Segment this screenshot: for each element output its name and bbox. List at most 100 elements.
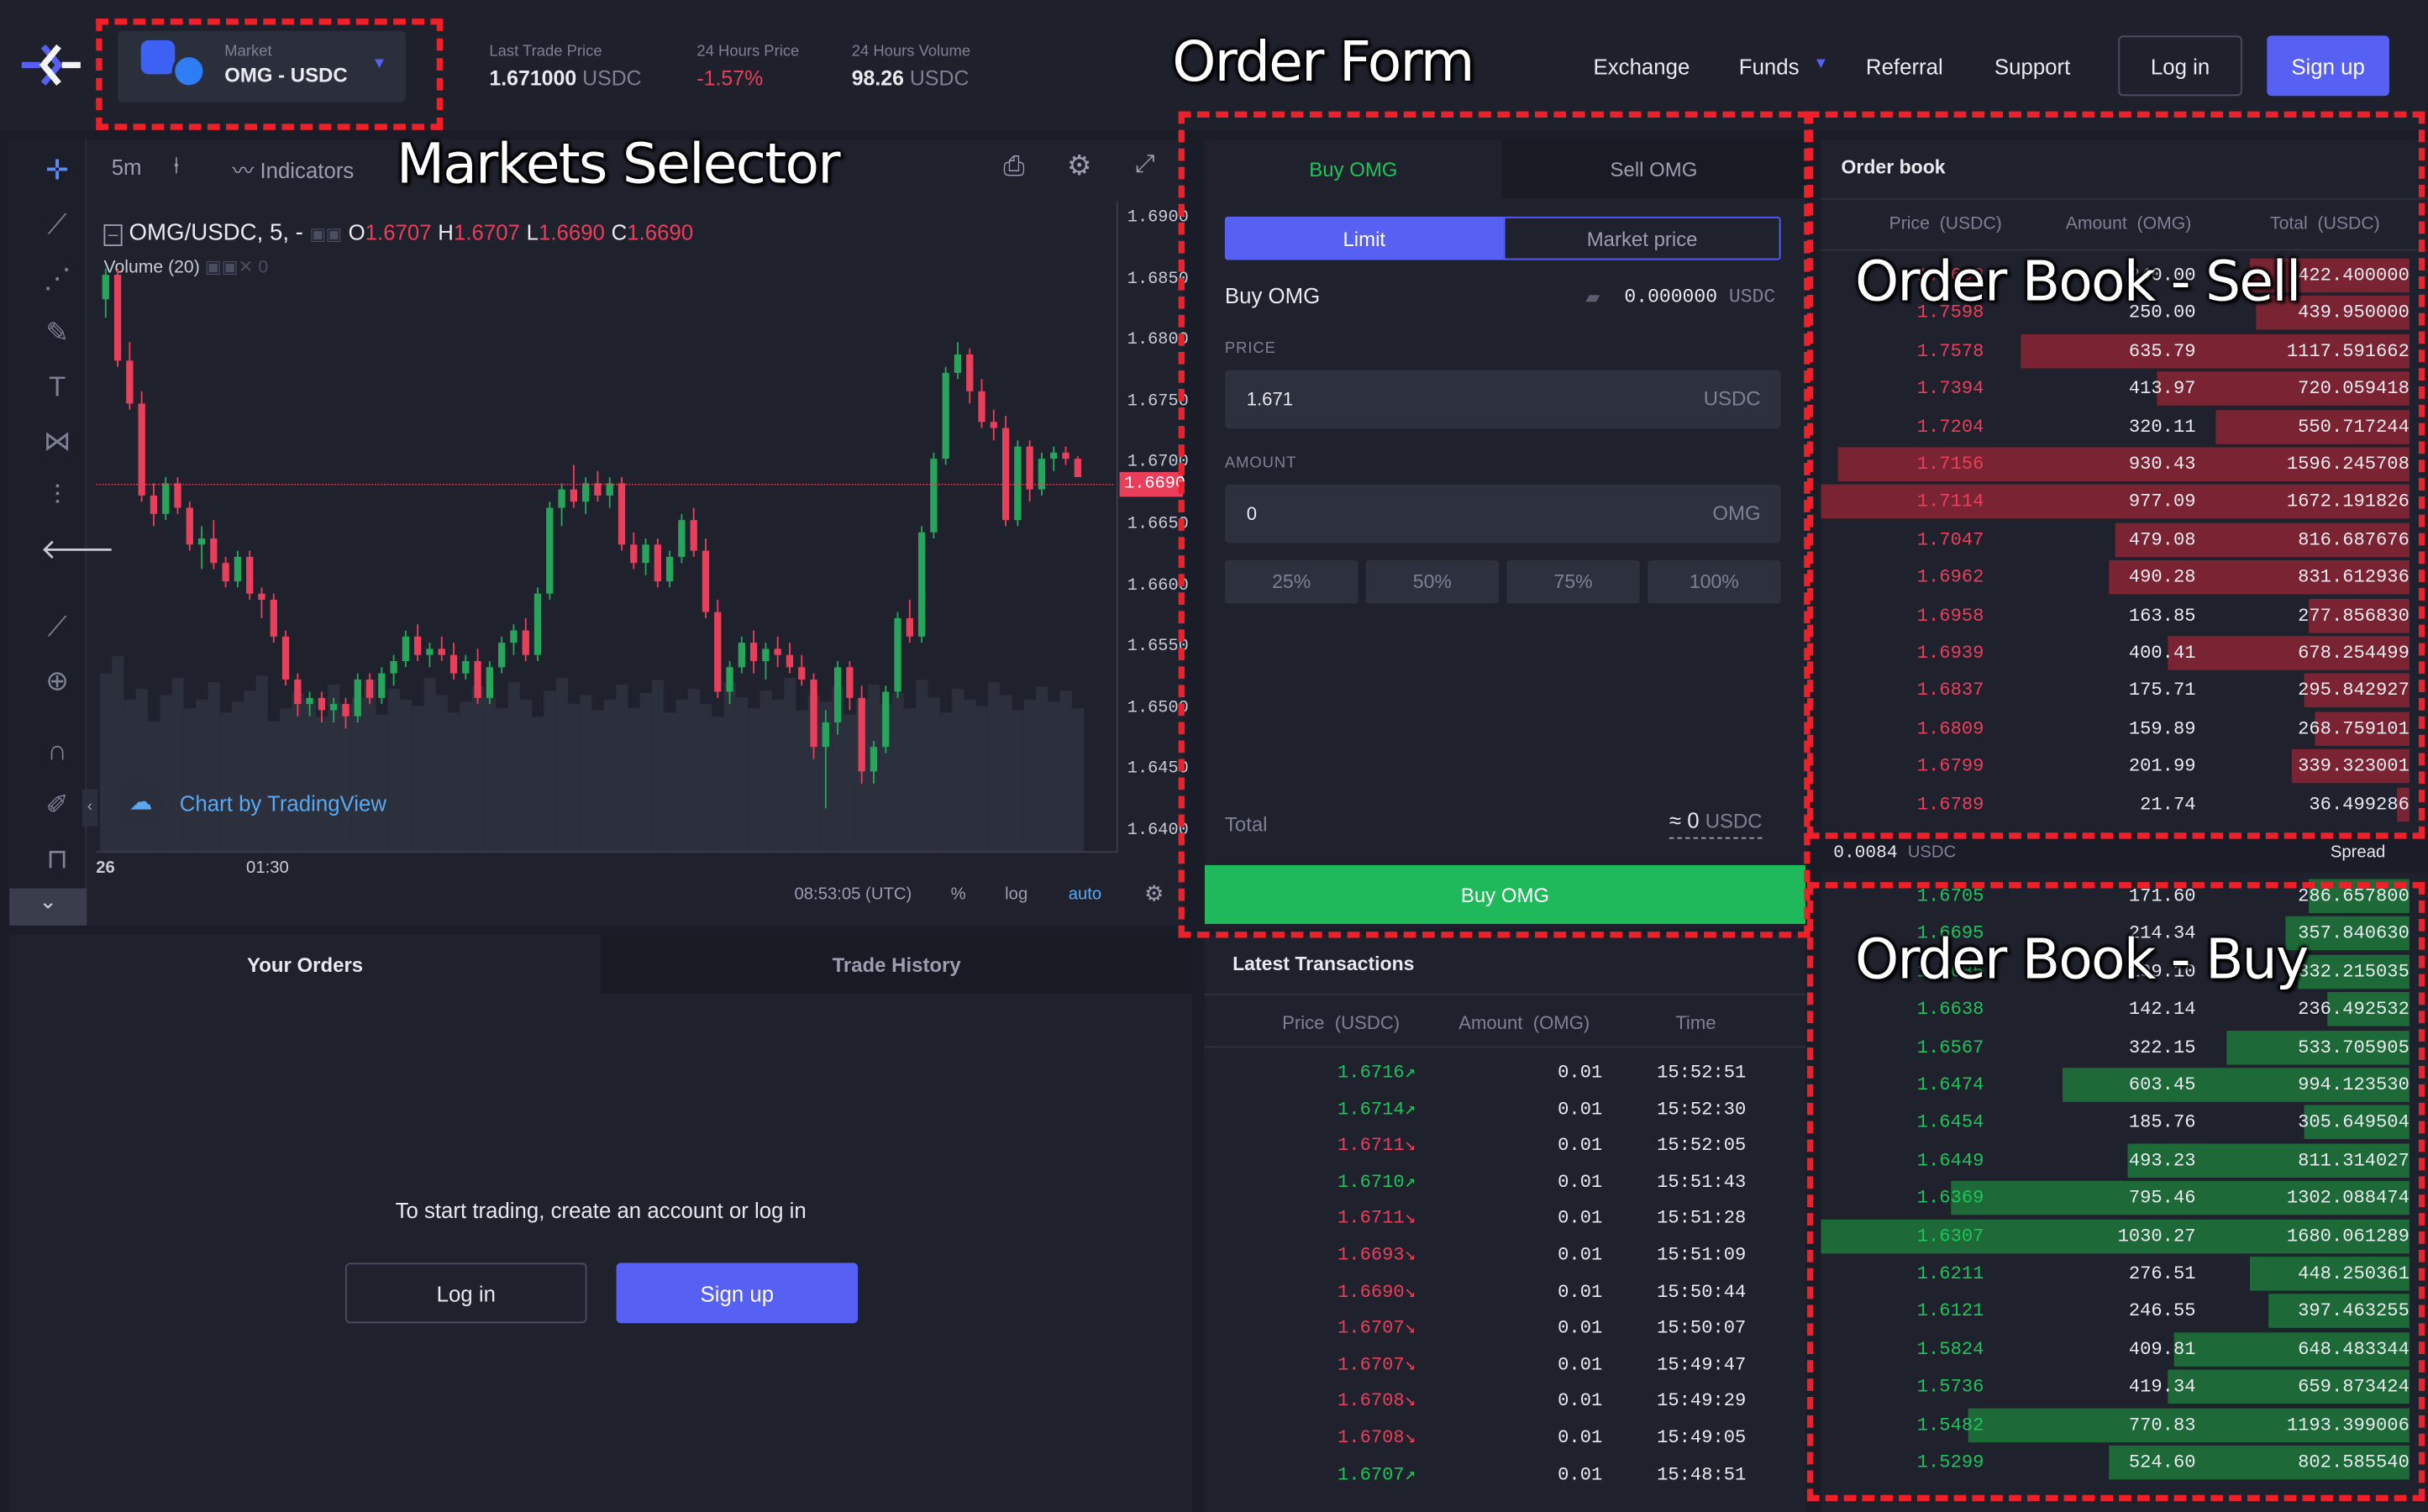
bid-row[interactable]: 1.6121 246.55 397.463255	[1821, 1293, 2410, 1330]
bid-row[interactable]: 1.5736 419.34 659.873424	[1821, 1368, 2410, 1405]
price-input[interactable]: 1.671 USDC	[1224, 370, 1781, 429]
stat-24h-volume: 98.26 USDC	[852, 66, 970, 90]
exchange-logo[interactable]	[15, 34, 87, 97]
orders-login-button[interactable]: Log in	[345, 1263, 587, 1324]
pct-25-button[interactable]: 25%	[1224, 559, 1359, 604]
bid-row[interactable]: 1.6705 171.60 286.657800	[1821, 878, 2410, 915]
volume-bars	[99, 656, 1085, 852]
arrow-up-icon: ↗	[1404, 1098, 1416, 1121]
bid-row[interactable]: 1.5824 409.81 648.483344	[1821, 1331, 2410, 1368]
volume-bar	[1071, 708, 1085, 852]
auto-toggle[interactable]: auto	[1069, 885, 1101, 904]
nav-referral[interactable]: Referral	[1866, 54, 1943, 78]
type-limit[interactable]: Limit	[1224, 216, 1504, 260]
bid-row[interactable]: 1.6567 322.15 533.705905	[1821, 1028, 2410, 1065]
buy-submit-button[interactable]: Buy OMG	[1204, 864, 1806, 924]
bid-row[interactable]: 1.6638 142.14 236.492532	[1821, 990, 2410, 1027]
ask-row[interactable]: 1.6837 175.71 295.842927	[1821, 672, 2410, 709]
nav-support[interactable]: Support	[1994, 54, 2070, 78]
bid-row[interactable]: 1.5482 770.83 1193.399006	[1821, 1406, 2410, 1443]
latest-time: 15:52:51	[1657, 1061, 1747, 1084]
type-market[interactable]: Market price	[1503, 216, 1781, 260]
volume-bar	[567, 703, 581, 852]
nav-exchange[interactable]: Exchange	[1594, 54, 1690, 78]
utc-time[interactable]: 08:53:05 (UTC)	[795, 885, 912, 904]
ask-row[interactable]: 1.7394 413.97 720.059418	[1821, 370, 2410, 407]
volume-bar	[891, 693, 904, 852]
tab-sell[interactable]: Sell OMG	[1501, 139, 1806, 198]
volume-bar	[135, 688, 149, 852]
candle-body	[306, 697, 313, 705]
volume-bar	[124, 699, 136, 852]
tab-trade-history[interactable]: Trade History	[601, 934, 1193, 994]
pct-75-button[interactable]: 75%	[1506, 559, 1640, 604]
tab-your-orders[interactable]: Your Orders	[9, 934, 602, 994]
volume-bar	[255, 675, 268, 852]
bid-row[interactable]: 1.6307 1030.27 1680.061289	[1821, 1217, 2410, 1254]
pct-50-button[interactable]: 50%	[1365, 559, 1500, 604]
spread-label: Spread	[2330, 843, 2386, 863]
y-tick-label: 1.6800	[1127, 331, 1189, 350]
ask-row[interactable]: 1.6809 159.89 268.759101	[1821, 710, 2410, 747]
bid-row[interactable]: 1.6369 795.46 1302.088474	[1821, 1179, 2410, 1216]
ob-price: 1.6837	[1916, 680, 1984, 702]
stat-label-last-price: Last Trade Price	[489, 43, 602, 60]
candle-body	[678, 520, 686, 557]
chevron-down-icon[interactable]: ▼	[371, 55, 386, 72]
log-toggle[interactable]: log	[1005, 885, 1027, 904]
bid-row[interactable]: 1.6449 493.23 811.314027	[1821, 1142, 2410, 1179]
orders-signup-button[interactable]: Sign up	[616, 1263, 859, 1324]
funds-chevron-icon[interactable]: ▼	[1813, 55, 1828, 72]
candle-body	[690, 520, 697, 551]
volume-bar	[723, 682, 736, 852]
ask-row[interactable]: 1.7578 635.79 1117.591662	[1821, 333, 2410, 370]
ask-row[interactable]: 1.6958 163.85 277.856830	[1821, 596, 2410, 633]
bid-row[interactable]: 1.5299 524.60 802.585540	[1821, 1444, 2410, 1481]
ob-total: 332.215035	[2298, 960, 2410, 983]
ask-row[interactable]: 1.6939 400.41 678.254499	[1821, 634, 2410, 671]
ask-row[interactable]: 1.7204 320.11 550.717244	[1821, 408, 2410, 445]
stat-label-24h-price: 24 Hours Price	[696, 43, 800, 60]
percent-toggle[interactable]: %	[951, 885, 966, 904]
header-login-button[interactable]: Log in	[2118, 35, 2242, 97]
ask-row[interactable]: 1.7156 930.43 1596.245708	[1821, 446, 2410, 483]
ob-total: 268.759101	[2298, 717, 2410, 740]
pct-100-button[interactable]: 100%	[1648, 559, 1781, 604]
ask-row[interactable]: 1.6789 21.74 36.499286	[1821, 785, 2410, 822]
spread-row: 0.0084 USDC Spread	[1821, 832, 2428, 874]
ask-row[interactable]: 1.6962 490.28 831.612936	[1821, 559, 2410, 596]
ob-total: 286.657800	[2298, 885, 2410, 907]
price-unit: USDC	[1703, 386, 1761, 411]
candle-body	[798, 667, 806, 680]
stat-last-price: 1.671000 USDC	[489, 66, 641, 90]
bid-row[interactable]: 1.6211 276.51 448.250361	[1821, 1255, 2410, 1292]
tradingview-logo-icon[interactable]: ☁	[118, 780, 165, 827]
nav-funds[interactable]: Funds	[1739, 54, 1800, 78]
spread-unit: USDC	[1907, 843, 1957, 863]
volume-bar	[112, 656, 124, 852]
ob-total: 357.840630	[2298, 922, 2410, 945]
candle-body	[498, 643, 506, 668]
tab-buy[interactable]: Buy OMG	[1204, 139, 1502, 198]
volume-bar	[244, 690, 256, 852]
arrow-up-icon: ↗	[1404, 1061, 1416, 1084]
ask-row[interactable]: 1.6799 201.99 339.323001	[1821, 748, 2410, 785]
ob-amount: 142.14	[2128, 998, 2196, 1021]
tradingview-watermark[interactable]: Chart by TradingView	[180, 790, 386, 815]
bid-row[interactable]: 1.6454 185.76 305.649504	[1821, 1104, 2410, 1141]
header-signup-button[interactable]: Sign up	[2267, 35, 2389, 97]
ask-row[interactable]: 1.7047 479.08 816.687676	[1821, 522, 2410, 559]
candle-body	[234, 556, 242, 582]
volume-bar	[412, 706, 424, 852]
amount-input[interactable]: 0 OMG	[1224, 484, 1781, 543]
ask-row[interactable]: 1.7114 977.09 1672.191826	[1821, 484, 2410, 521]
candle-body	[978, 391, 985, 423]
ob-amount: 524.60	[2128, 1452, 2196, 1473]
candle-body	[510, 630, 518, 643]
bid-row[interactable]: 1.6474 603.45 994.123530	[1821, 1066, 2410, 1103]
chart-settings-icon[interactable]: ⚙	[1144, 880, 1164, 906]
latest-price: 1.6707	[1338, 1353, 1405, 1376]
volume-bar	[183, 708, 197, 852]
latest-time: 15:51:28	[1657, 1207, 1747, 1230]
orderbook-title: Order book	[1841, 156, 1946, 178]
